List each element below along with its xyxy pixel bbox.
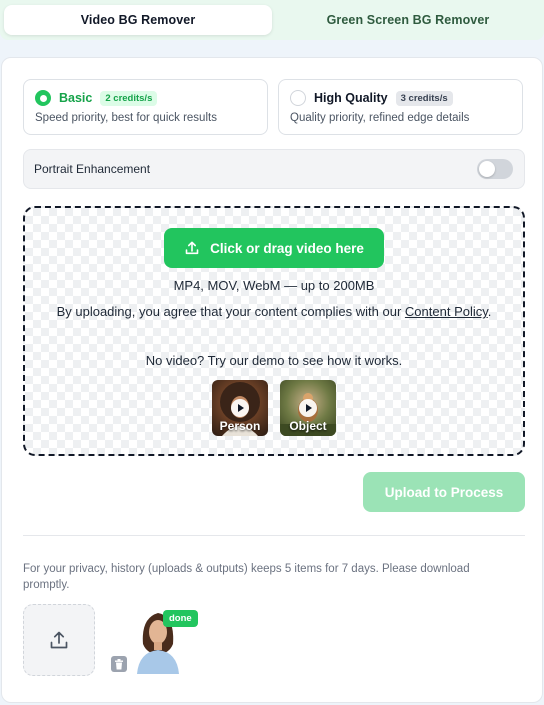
- play-icon: [231, 399, 249, 417]
- basic-mode-header: Basic 2 credits/s: [35, 90, 158, 106]
- trash-icon[interactable]: [111, 656, 127, 672]
- consent-prefix: By uploading, you agree that your conten…: [56, 304, 405, 319]
- toggle-knob: [479, 161, 495, 177]
- main-panel: Basic 2 credits/s Speed priority, best f…: [1, 57, 543, 703]
- tab-video-bg-remover[interactable]: Video BG Remover: [4, 5, 272, 35]
- privacy-note: For your privacy, history (uploads & out…: [23, 563, 470, 591]
- section-divider: [23, 535, 525, 536]
- mode-tabs: Video BG Remover Green Screen BG Remover: [0, 0, 544, 40]
- demo-person-thumbnail[interactable]: Person: [212, 380, 268, 436]
- supported-formats: MP4, MOV, WebM — up to 200MB: [173, 278, 375, 293]
- demo-person-label: Person: [219, 419, 261, 433]
- history-upload-tile[interactable]: [23, 604, 95, 676]
- portrait-enhancement-toggle[interactable]: [477, 159, 513, 179]
- high-quality-radio[interactable]: [290, 90, 306, 106]
- portrait-enhancement-label: Portrait Enhancement: [34, 162, 151, 176]
- high-quality-mode-header: High Quality 3 credits/s: [290, 90, 453, 106]
- basic-mode-option[interactable]: Basic 2 credits/s Speed priority, best f…: [23, 79, 268, 135]
- play-icon: [299, 399, 317, 417]
- demo-prompt: No video? Try our demo to see how it wor…: [145, 353, 403, 368]
- high-quality-credits-badge: 3 credits/s: [395, 90, 453, 106]
- basic-credits-badge: 2 credits/s: [100, 90, 158, 106]
- high-quality-mode-title: High Quality: [314, 91, 388, 105]
- basic-mode-title: Basic: [59, 91, 93, 105]
- upload-to-process-button[interactable]: Upload to Process: [363, 472, 525, 512]
- portrait-enhancement-row: Portrait Enhancement: [23, 149, 525, 189]
- upload-video-button-label: Click or drag video here: [210, 240, 364, 256]
- demo-object-thumbnail[interactable]: Object: [280, 380, 336, 436]
- history-item[interactable]: done: [109, 604, 199, 676]
- basic-radio[interactable]: [35, 90, 51, 106]
- tab-green-screen-bg-remover[interactable]: Green Screen BG Remover: [276, 5, 540, 35]
- basic-mode-description: Speed priority, best for quick results: [35, 112, 217, 124]
- consent-suffix: .: [487, 304, 492, 319]
- upload-icon: [185, 241, 199, 255]
- content-policy-link[interactable]: Content Policy: [405, 304, 488, 319]
- status-badge: done: [163, 610, 198, 627]
- demo-object-label: Object: [289, 419, 327, 433]
- consent-text: By uploading, you agree that your conten…: [55, 302, 493, 322]
- video-dropzone[interactable]: Click or drag video here MP4, MOV, WebM …: [23, 206, 525, 456]
- upload-video-button[interactable]: Click or drag video here: [164, 228, 384, 268]
- high-quality-mode-description: Quality priority, refined edge details: [290, 112, 470, 124]
- high-quality-mode-option[interactable]: High Quality 3 credits/s Quality priorit…: [278, 79, 523, 135]
- upload-icon: [50, 631, 68, 649]
